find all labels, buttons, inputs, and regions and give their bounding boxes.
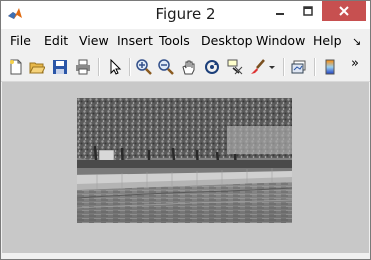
dropdown-arrow-icon (269, 66, 275, 69)
rotate-3d-icon (205, 60, 219, 74)
menu-edit[interactable]: Edit (44, 33, 68, 48)
colorbar-button[interactable] (321, 58, 339, 76)
open-file-icon (29, 62, 45, 74)
menu-desktop[interactable]: Desktop (201, 33, 253, 48)
data-cursor-button[interactable] (226, 58, 244, 76)
close-button[interactable] (322, 1, 366, 21)
toolbar-separator (283, 58, 285, 76)
maximize-button[interactable] (294, 1, 321, 21)
toolbar-separator (314, 58, 316, 76)
menu-overflow-icon[interactable]: ↘ (352, 35, 361, 48)
colorbar-icon (325, 59, 335, 75)
link-plot-icon (291, 60, 306, 74)
zoom-in-icon (136, 59, 152, 75)
menu-tools[interactable]: Tools (159, 33, 190, 48)
grayscale-river-photo[interactable] (77, 98, 292, 223)
new-figure-button[interactable] (7, 58, 25, 76)
pan-hand-icon (182, 60, 195, 75)
menu-insert[interactable]: Insert (117, 33, 153, 48)
pan-button[interactable] (180, 58, 198, 76)
status-bar (1, 253, 370, 259)
menu-view[interactable]: View (79, 33, 109, 48)
close-icon (339, 6, 349, 16)
minimize-icon (275, 13, 284, 15)
data-cursor-icon (227, 59, 243, 75)
open-file-button[interactable] (28, 58, 46, 76)
title-bar[interactable]: Figure 2 (1, 1, 370, 29)
zoom-in-button[interactable] (135, 58, 153, 76)
menu-window[interactable]: Window (256, 33, 305, 48)
minimize-button[interactable] (266, 1, 293, 21)
brush-dropdown-button[interactable] (267, 58, 277, 76)
print-button[interactable] (74, 58, 92, 76)
brush-icon (251, 59, 265, 74)
figure-canvas[interactable] (2, 82, 369, 253)
print-icon (76, 59, 90, 75)
zoom-out-icon (158, 59, 174, 75)
menu-bar: File Edit View Insert Tools Desktop Wind… (1, 30, 370, 52)
link-plot-button[interactable] (290, 58, 308, 76)
toolbar-separator (98, 58, 100, 76)
save-icon (53, 60, 67, 74)
menu-file[interactable]: File (10, 33, 31, 48)
toolbar-overflow-icon[interactable]: » (351, 56, 359, 71)
pointer-icon (110, 59, 122, 75)
maximize-icon (302, 6, 313, 16)
zoom-out-button[interactable] (157, 58, 175, 76)
toolbar-separator (129, 58, 131, 76)
edit-plot-button[interactable] (106, 58, 124, 76)
save-button[interactable] (51, 58, 69, 76)
menu-help[interactable]: Help (313, 33, 342, 48)
figure-window: Figure 2 File Edit View Insert Tools Des… (0, 0, 371, 260)
new-figure-icon (10, 59, 22, 75)
figure-toolbar: » (1, 53, 370, 82)
brush-button[interactable] (249, 58, 267, 76)
rotate-3d-button[interactable] (203, 58, 221, 76)
